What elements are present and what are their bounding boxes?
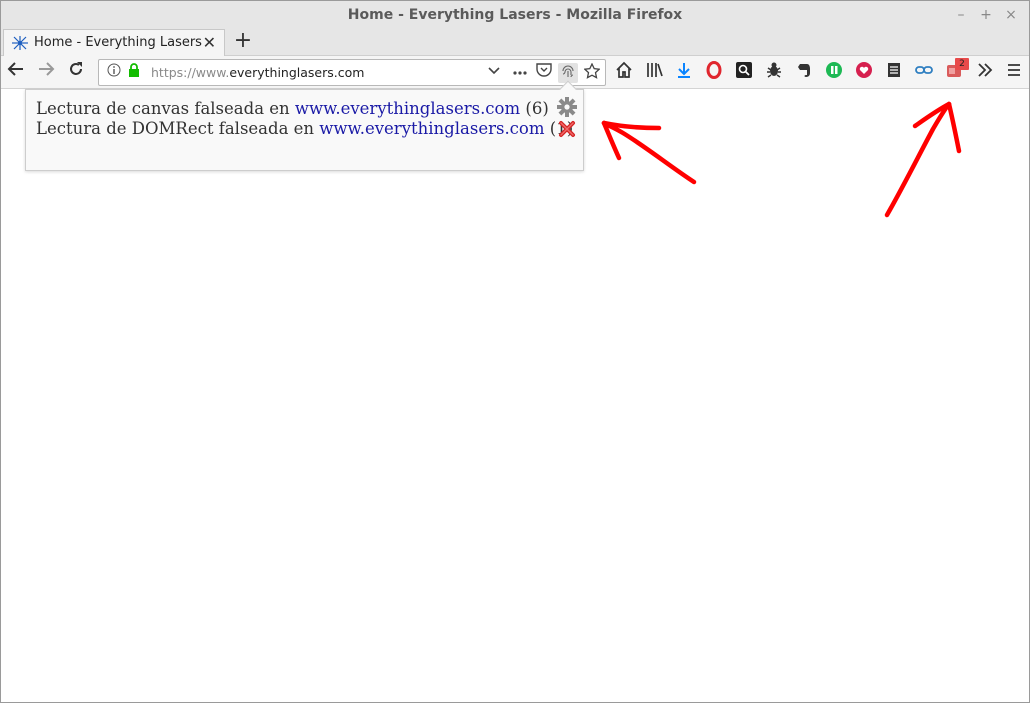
arrow-right-head-left <box>912 101 952 129</box>
download-icon[interactable] <box>673 61 695 83</box>
forward-arrow-icon[interactable] <box>34 60 58 84</box>
evernote-icon[interactable] <box>793 61 815 83</box>
notice-text: Lectura de canvas falseada en <box>36 99 295 118</box>
title-bar: Home - Everything Lasers - Mozilla Firef… <box>1 1 1029 29</box>
arrow-right-head-right <box>946 101 962 154</box>
red-x-icon[interactable] <box>558 120 576 138</box>
notification-badge: 2 <box>955 58 969 70</box>
red-heart-circle-icon[interactable] <box>853 61 875 83</box>
library-icon[interactable] <box>643 61 665 83</box>
arrow-right-shaft <box>884 101 952 218</box>
notice-domain-link[interactable]: www.everythinglasers.com <box>319 119 544 138</box>
page-actions-icon[interactable] <box>510 63 530 83</box>
bug-icon[interactable] <box>763 61 785 83</box>
double-chevron-icon[interactable] <box>974 61 996 83</box>
url-text[interactable]: https://www.everythinglasers.com <box>151 65 364 80</box>
arrow-left-head-bottom <box>601 120 622 161</box>
notes-icon[interactable] <box>883 61 905 83</box>
close-window-button[interactable]: × <box>1001 5 1021 25</box>
tab-close-icon[interactable]: ✕ <box>203 33 216 52</box>
browser-window: Home - Everything Lasers - Mozilla Firef… <box>0 0 1030 703</box>
lock-icon[interactable] <box>124 63 144 83</box>
notice-count: (6) <box>520 99 549 118</box>
url-bar[interactable]: https://www.everythinglasers.com <box>98 59 606 86</box>
notice-text: Lectura de DOMRect falseada en <box>36 119 320 138</box>
tab-bar: Home - Everything Lasers ✕ + <box>1 29 1029 56</box>
magnifier-icon[interactable] <box>733 61 755 83</box>
extension-popup: Lectura de canvas falseada en www.everyt… <box>25 80 584 171</box>
maximize-button[interactable]: + <box>976 5 996 25</box>
site-favicon-icon <box>12 36 28 50</box>
notice-domrect: Lectura de DOMRect falseada en www.every… <box>36 119 573 138</box>
back-arrow-icon[interactable] <box>4 60 28 84</box>
home-icon[interactable] <box>613 61 635 83</box>
minimize-button[interactable]: – <box>951 5 971 25</box>
pocket-icon[interactable] <box>534 63 554 83</box>
chevron-down-icon[interactable] <box>484 63 504 83</box>
nav-bar: https://www.everythinglasers.com 2 <box>1 56 1029 89</box>
link-icon[interactable] <box>913 61 935 83</box>
new-tab-button[interactable]: + <box>232 30 254 52</box>
tab-label: Home - Everything Lasers <box>34 35 202 50</box>
star-icon[interactable] <box>582 62 602 83</box>
opera-icon[interactable] <box>703 61 725 83</box>
tab-home-everything-lasers[interactable]: Home - Everything Lasers ✕ <box>3 29 225 56</box>
notice-canvas: Lectura de canvas falseada en www.everyt… <box>36 99 549 118</box>
info-icon[interactable] <box>104 63 124 83</box>
gear-icon[interactable] <box>556 96 578 118</box>
hamburger-menu-icon[interactable] <box>1003 61 1025 83</box>
arrow-left-head-top <box>601 120 662 131</box>
window-title: Home - Everything Lasers - Mozilla Firef… <box>347 7 683 23</box>
green-circle-icon[interactable] <box>823 61 845 83</box>
arrow-left-shaft <box>601 120 697 185</box>
notice-domain-link[interactable]: www.everythinglasers.com <box>295 99 520 118</box>
reload-icon[interactable] <box>64 60 88 84</box>
